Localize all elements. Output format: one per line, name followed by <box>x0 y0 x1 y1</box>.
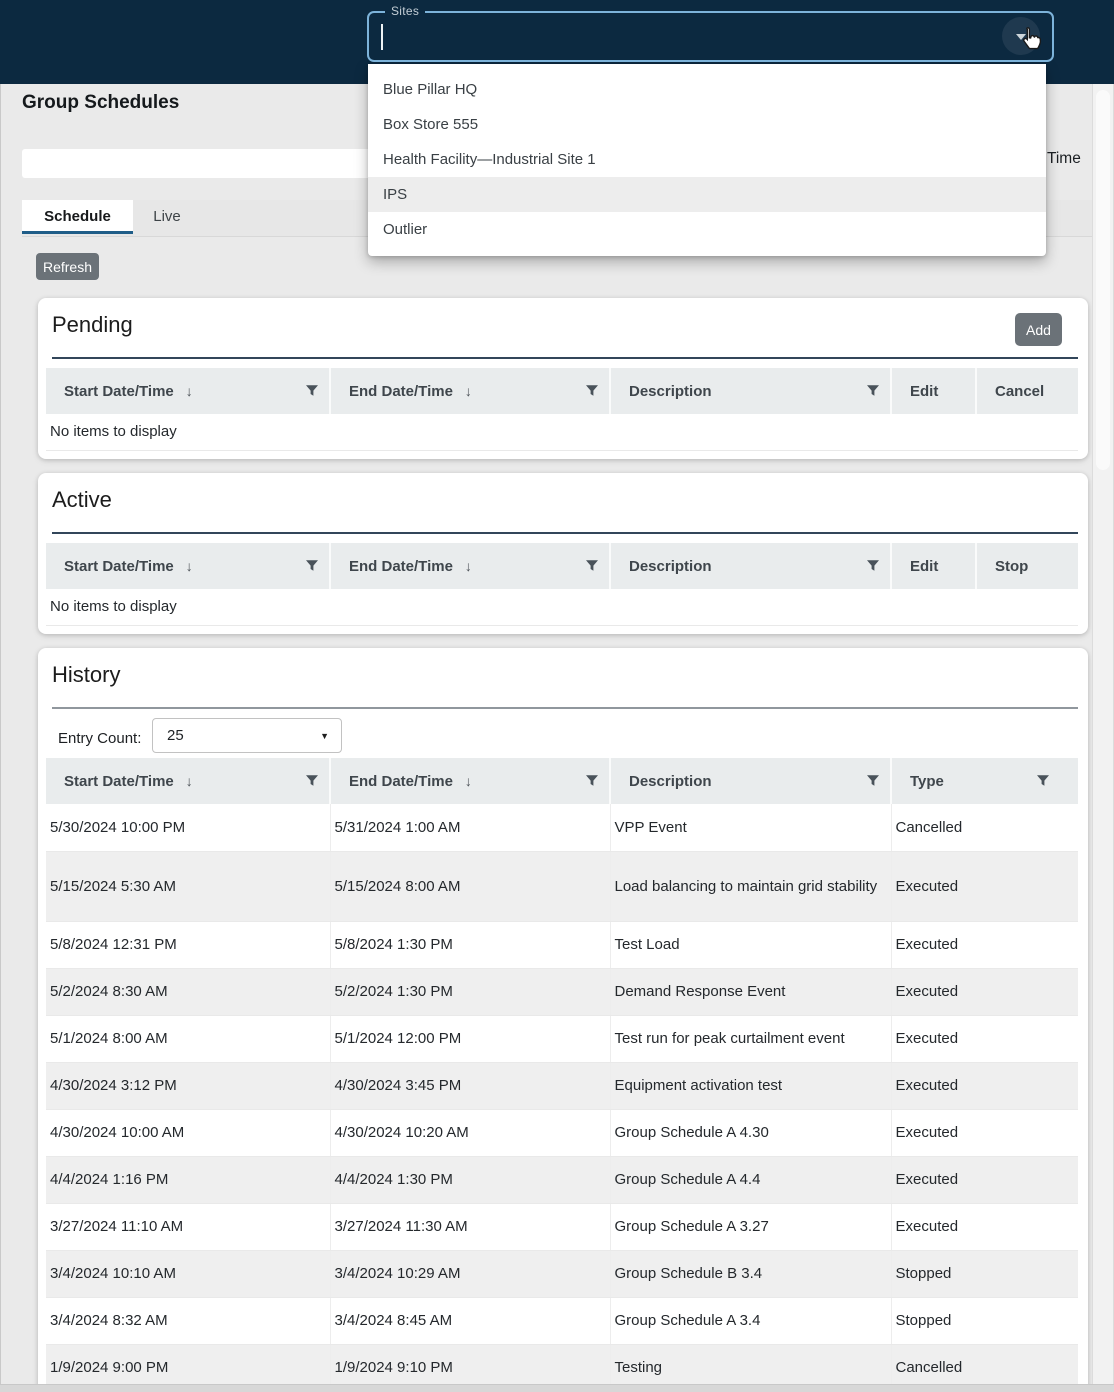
refresh-button[interactable]: Refresh <box>36 253 99 280</box>
table-row: 5/1/2024 8:00 AM5/1/2024 12:00 PMTest ru… <box>46 1015 1078 1062</box>
active-section: Active Start Date/Time↓ End Date/Time↓ <box>38 473 1088 634</box>
dropdown-option-ips[interactable]: IPS <box>368 177 1046 212</box>
history-header-row: Start Date/Time↓ End Date/Time↓ Descript… <box>46 758 1078 804</box>
filter-icon[interactable] <box>866 774 880 788</box>
filter-icon[interactable] <box>585 384 599 398</box>
column-header-stop: Stop <box>976 543 1078 589</box>
table-row: 3/4/2024 10:10 AM3/4/2024 10:29 AMGroup … <box>46 1250 1078 1297</box>
column-header-type[interactable]: Type <box>891 758 1078 804</box>
table-row: 5/30/2024 10:00 PM5/31/2024 1:00 AMVPP E… <box>46 804 1078 851</box>
history-title: History <box>52 662 120 688</box>
column-header-end[interactable]: End Date/Time↓ <box>330 543 610 589</box>
sort-desc-icon: ↓ <box>186 558 193 574</box>
table-row: 4/4/2024 1:16 PM4/4/2024 1:30 PMGroup Sc… <box>46 1156 1078 1203</box>
table-row: 4/30/2024 3:12 PM4/30/2024 3:45 PMEquipm… <box>46 1062 1078 1109</box>
text-cursor <box>381 24 383 50</box>
filter-icon[interactable] <box>585 774 599 788</box>
mouse-cursor-icon <box>1016 24 1046 54</box>
filter-icon[interactable] <box>866 559 880 573</box>
column-header-description[interactable]: Description <box>610 543 891 589</box>
bottom-edge-band <box>0 1384 1114 1392</box>
sites-dropdown: Blue Pillar HQ Box Store 555 Health Faci… <box>368 64 1046 256</box>
dropdown-option-box-store-555[interactable]: Box Store 555 <box>368 107 1046 142</box>
tab-schedule-label: Schedule <box>44 208 111 225</box>
pending-header-row: Start Date/Time↓ End Date/Time↓ Descript… <box>46 368 1078 414</box>
filter-icon[interactable] <box>1036 774 1050 788</box>
entry-count-select[interactable]: 25 ▼ <box>152 718 342 753</box>
filter-icon[interactable] <box>305 384 319 398</box>
table-row: 3/27/2024 11:10 AM3/27/2024 11:30 AMGrou… <box>46 1203 1078 1250</box>
filter-icon[interactable] <box>585 559 599 573</box>
section-divider <box>52 357 1078 359</box>
column-header-edit: Edit <box>891 543 976 589</box>
column-header-description[interactable]: Description <box>610 368 891 414</box>
vertical-scrollbar[interactable] <box>1092 84 1114 1392</box>
active-table: Start Date/Time↓ End Date/Time↓ Descript… <box>46 543 1078 626</box>
pending-table: Start Date/Time↓ End Date/Time↓ Descript… <box>46 368 1078 451</box>
sort-desc-icon: ↓ <box>186 773 193 789</box>
tab-schedule[interactable]: Schedule <box>22 200 133 234</box>
column-header-description[interactable]: Description <box>610 758 891 804</box>
filter-icon[interactable] <box>305 774 319 788</box>
add-button[interactable]: Add <box>1015 313 1062 346</box>
column-header-cancel: Cancel <box>976 368 1078 414</box>
sort-desc-icon: ↓ <box>465 558 472 574</box>
entry-count-label: Entry Count: <box>58 730 141 747</box>
sort-desc-icon: ↓ <box>465 383 472 399</box>
column-header-start[interactable]: Start Date/Time↓ <box>46 758 330 804</box>
column-header-end[interactable]: End Date/Time↓ <box>330 758 610 804</box>
section-divider <box>52 707 1078 709</box>
tab-live-label: Live <box>153 208 181 225</box>
entry-count-value: 25 <box>167 719 184 752</box>
history-section: History Entry Count: 25 ▼ Start Date/Tim… <box>38 648 1088 1392</box>
chevron-down-icon: ▼ <box>320 731 329 741</box>
sort-desc-icon: ↓ <box>186 383 193 399</box>
pending-title: Pending <box>52 312 133 338</box>
empty-row: No items to display <box>46 589 1078 625</box>
sort-desc-icon: ↓ <box>465 773 472 789</box>
empty-message: No items to display <box>46 414 1078 450</box>
column-header-edit: Edit <box>891 368 976 414</box>
dropdown-option-outlier[interactable]: Outlier <box>368 212 1046 247</box>
active-header-row: Start Date/Time↓ End Date/Time↓ Descript… <box>46 543 1078 589</box>
history-table: Start Date/Time↓ End Date/Time↓ Descript… <box>46 758 1078 1392</box>
scrollbar-thumb[interactable] <box>1096 90 1110 470</box>
table-row: 5/15/2024 5:30 AM5/15/2024 8:00 AMLoad b… <box>46 851 1078 921</box>
section-divider <box>52 532 1078 534</box>
dropdown-option-blue-pillar-hq[interactable]: Blue Pillar HQ <box>368 72 1046 107</box>
filter-icon[interactable] <box>866 384 880 398</box>
filter-icon[interactable] <box>305 559 319 573</box>
page-title: Group Schedules <box>22 92 179 114</box>
table-row: 4/30/2024 10:00 AM4/30/2024 10:20 AMGrou… <box>46 1109 1078 1156</box>
column-header-end[interactable]: End Date/Time↓ <box>330 368 610 414</box>
group-schedules-page: Group Schedules ht Time Schedule Live Re… <box>0 0 1114 1392</box>
active-title: Active <box>52 487 112 513</box>
column-header-start[interactable]: Start Date/Time↓ <box>46 368 330 414</box>
sites-label: Sites <box>385 4 425 18</box>
table-row: 3/4/2024 8:32 AM3/4/2024 8:45 AMGroup Sc… <box>46 1297 1078 1344</box>
sites-combobox[interactable]: Sites <box>367 11 1054 62</box>
tab-live[interactable]: Live <box>133 200 201 234</box>
table-row: 5/8/2024 12:31 PM5/8/2024 1:30 PMTest Lo… <box>46 921 1078 968</box>
table-row: 5/2/2024 8:30 AM5/2/2024 1:30 PMDemand R… <box>46 968 1078 1015</box>
pending-section: Pending Add Start Date/Time↓ End Date/Ti… <box>38 298 1088 459</box>
dropdown-option-health-facility[interactable]: Health Facility—Industrial Site 1 <box>368 142 1046 177</box>
column-header-start[interactable]: Start Date/Time↓ <box>46 543 330 589</box>
empty-message: No items to display <box>46 589 1078 625</box>
empty-row: No items to display <box>46 414 1078 450</box>
